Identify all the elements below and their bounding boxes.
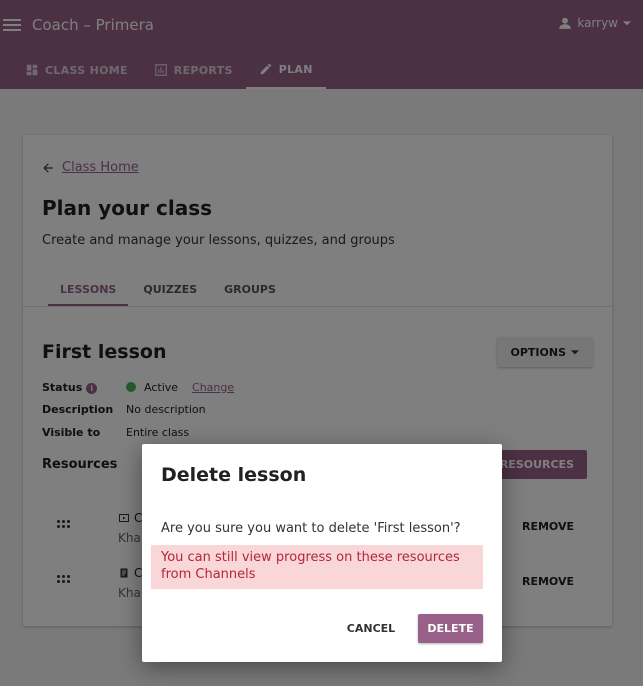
cancel-button[interactable]: CANCEL [339, 614, 403, 643]
dialog-message: Are you sure you want to delete 'First l… [161, 521, 461, 536]
dialog-warning: You can still view progress on these res… [151, 545, 483, 589]
dialog-title: Delete lesson [161, 464, 307, 486]
delete-button[interactable]: DELETE [418, 614, 483, 643]
delete-lesson-dialog: Delete lesson Are you sure you want to d… [142, 444, 502, 662]
